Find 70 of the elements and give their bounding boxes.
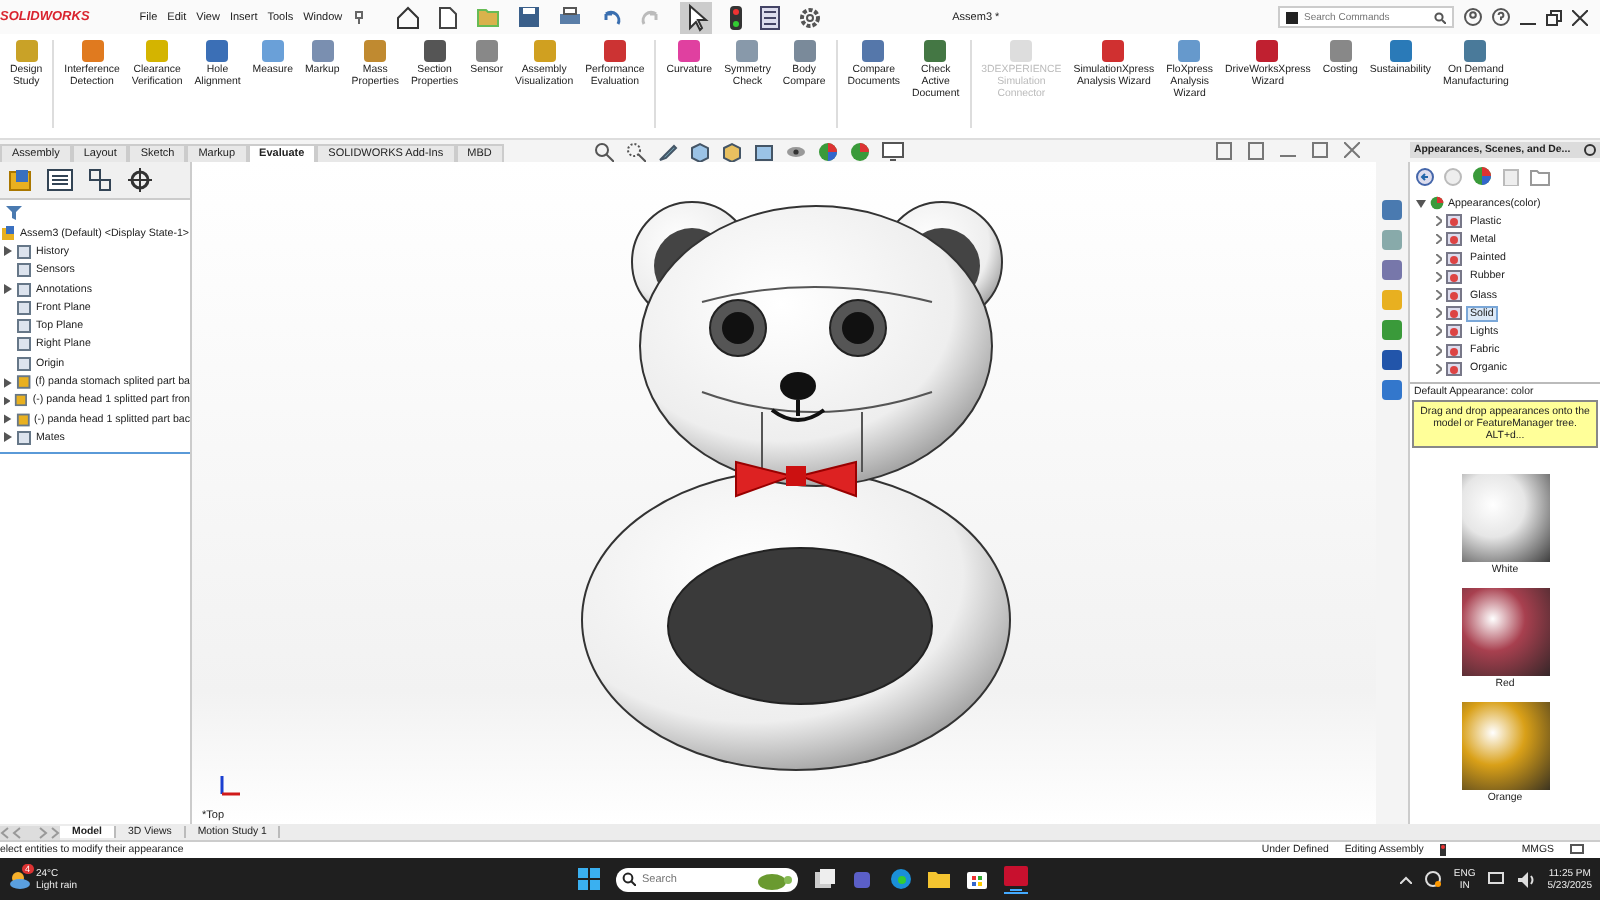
traffic-light-icon[interactable] [1439,844,1446,856]
task-pane-tab-icon[interactable] [1380,198,1404,222]
speaker-icon[interactable] [1517,871,1536,887]
restore-icon[interactable] [1546,9,1562,25]
select-pointer-icon[interactable] [680,1,713,33]
task-pane-tab-icon[interactable] [1380,348,1404,372]
save-icon[interactable] [518,6,541,28]
user-icon[interactable] [1464,8,1482,26]
display-style-icon[interactable] [754,141,774,161]
task-view-icon[interactable] [814,868,836,890]
back-arrow-icon[interactable] [1416,167,1434,185]
appearance-folder-icon [1446,232,1462,247]
expand-caret-icon[interactable] [4,284,12,295]
appearance-swatch[interactable] [1461,587,1549,676]
appearance-folder-icon [1446,251,1462,266]
appearance-swatch[interactable] [1461,473,1549,562]
search-icon [1434,11,1446,23]
assembly-icon [0,225,16,242]
appearance-folder-icon [1446,361,1462,376]
folder-icon[interactable] [928,868,950,890]
help-icon[interactable] [1492,8,1510,26]
appearance-ball-icon [1430,196,1444,211]
browser-icon[interactable] [890,868,912,890]
appearance-swatch[interactable] [1461,701,1549,790]
settings-icon[interactable] [798,5,823,29]
close-icon[interactable] [1572,9,1588,25]
appearance-ball-icon[interactable] [1472,166,1492,186]
home-icon[interactable] [396,5,421,29]
start-icon[interactable] [578,868,600,890]
tree-node-icon [15,374,32,391]
teams-icon[interactable] [852,868,874,890]
collapse-caret-icon[interactable] [1416,199,1426,208]
eye-icon[interactable] [786,141,806,161]
filter-icon[interactable] [6,204,22,220]
sync-icon[interactable] [1423,870,1442,888]
command-prompt-icon [1286,11,1298,23]
expand-caret-icon[interactable] [4,377,12,388]
task-pane-tab-icon[interactable] [1380,318,1404,342]
undo-icon[interactable] [600,7,623,27]
scene-ball-icon[interactable] [850,141,870,161]
expand-caret-icon[interactable] [4,432,12,443]
appearance-folder-icon [1446,343,1462,358]
appearance-folder-icon [1446,214,1462,229]
chevron-up-icon[interactable] [1399,875,1412,883]
appearance-folder-icon [1446,306,1462,321]
task-pane-tab-icon[interactable] [1380,258,1404,282]
appearance-ball-icon[interactable] [818,141,838,161]
print-icon[interactable] [558,6,583,28]
property-list-icon[interactable] [46,168,74,192]
solidworks-app-icon[interactable] [1004,865,1028,893]
zoom-area-icon[interactable] [626,141,646,161]
new-document-icon[interactable] [438,5,459,29]
feature-manager-icon[interactable] [6,168,34,192]
configuration-icon[interactable] [86,168,114,192]
zoom-to-fit-icon[interactable] [594,141,614,161]
search-icon [622,872,636,886]
expand-caret-icon[interactable] [4,395,11,406]
list-icon[interactable] [760,5,781,29]
traffic-light-icon[interactable] [730,5,743,29]
store-icon[interactable] [966,868,988,890]
axis-triad-icon [216,772,244,800]
expand-caret-icon[interactable] [4,246,12,257]
weather-cloud-icon[interactable] [8,868,32,890]
monitor-icon[interactable] [882,141,904,161]
crosshair-icon[interactable] [126,168,154,192]
task-pane-tab-icon[interactable] [1380,378,1404,402]
appearance-folder-icon [1446,324,1462,339]
expand-caret-icon[interactable] [4,414,12,425]
appearance-folder-icon [1446,288,1462,303]
appearance-folder-icon [1446,269,1462,284]
